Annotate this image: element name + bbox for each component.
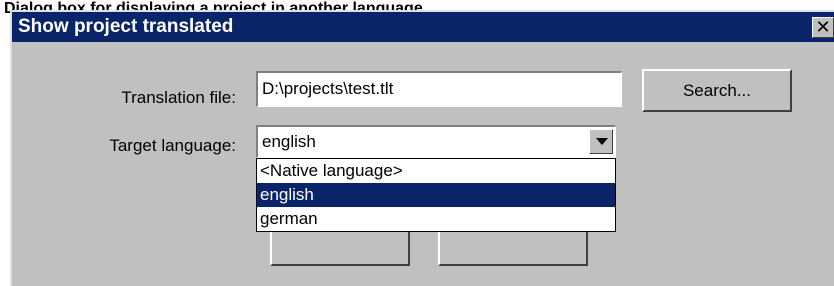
dropdown-option-english[interactable]: english [257, 183, 615, 207]
close-icon: ✕ [815, 17, 831, 37]
translation-file-input[interactable]: D:\projects\test.tlt [256, 71, 622, 107]
dropdown-option-german[interactable]: german [257, 207, 615, 231]
dialog-titlebar[interactable]: Show project translated ✕ [12, 12, 834, 42]
dropdown-option-native[interactable]: <Native language> [257, 159, 615, 183]
ok-button[interactable] [270, 230, 410, 266]
target-language-label: Target language: [109, 136, 236, 155]
combobox-dropdown-button[interactable] [589, 129, 613, 154]
cancel-button[interactable] [438, 230, 588, 266]
target-language-value: english [262, 132, 316, 151]
search-button[interactable]: Search... [642, 69, 792, 112]
language-dropdown-list: <Native language> english german [256, 158, 616, 232]
dialog-title: Show project translated [18, 16, 234, 37]
translation-file-label: Translation file: [121, 88, 236, 107]
show-project-translated-dialog: Show project translated ✕ Translation fi… [10, 10, 834, 286]
close-button[interactable]: ✕ [812, 17, 834, 38]
target-language-combobox[interactable]: english [256, 125, 616, 158]
